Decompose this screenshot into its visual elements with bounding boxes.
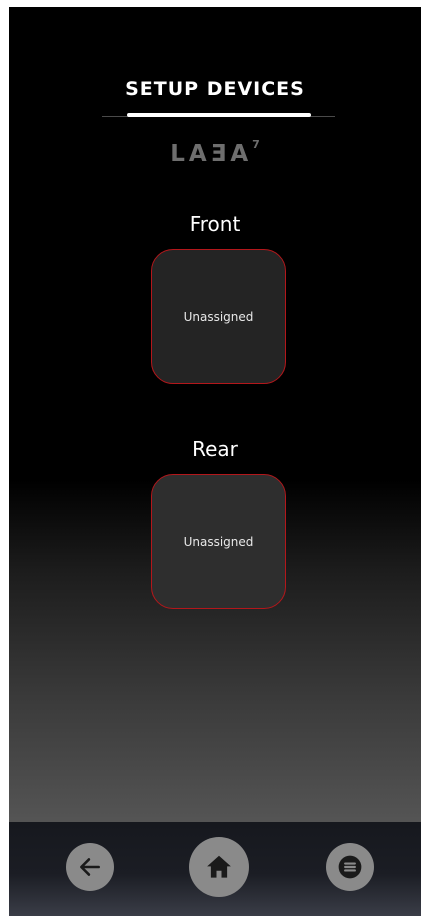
rear-device-label: Rear [192,437,238,461]
arrow-left-icon [80,858,100,876]
home-icon [207,855,231,878]
brand-logo-text: LAƎA [170,141,253,167]
active-tab-indicator [127,113,311,117]
rear-device-status: Unassigned [183,534,254,549]
brand-logo-superscript: 7 [252,138,260,152]
brand-logo: LAƎA7 [9,138,421,167]
back-button[interactable] [66,843,114,891]
rear-device-slot[interactable]: Unassigned [151,474,286,609]
menu-button[interactable] [326,843,374,891]
bottom-navigation-bar [9,822,421,916]
menu-icon [338,855,362,879]
page-title: SETUP DEVICES [125,78,305,100]
front-device-slot[interactable]: Unassigned [151,249,286,384]
setup-devices-screen: SETUP DEVICES LAƎA7 Front Unassigned Rea… [9,7,421,916]
home-button[interactable] [189,837,249,897]
front-device-status: Unassigned [183,309,254,324]
front-device-label: Front [189,212,241,236]
